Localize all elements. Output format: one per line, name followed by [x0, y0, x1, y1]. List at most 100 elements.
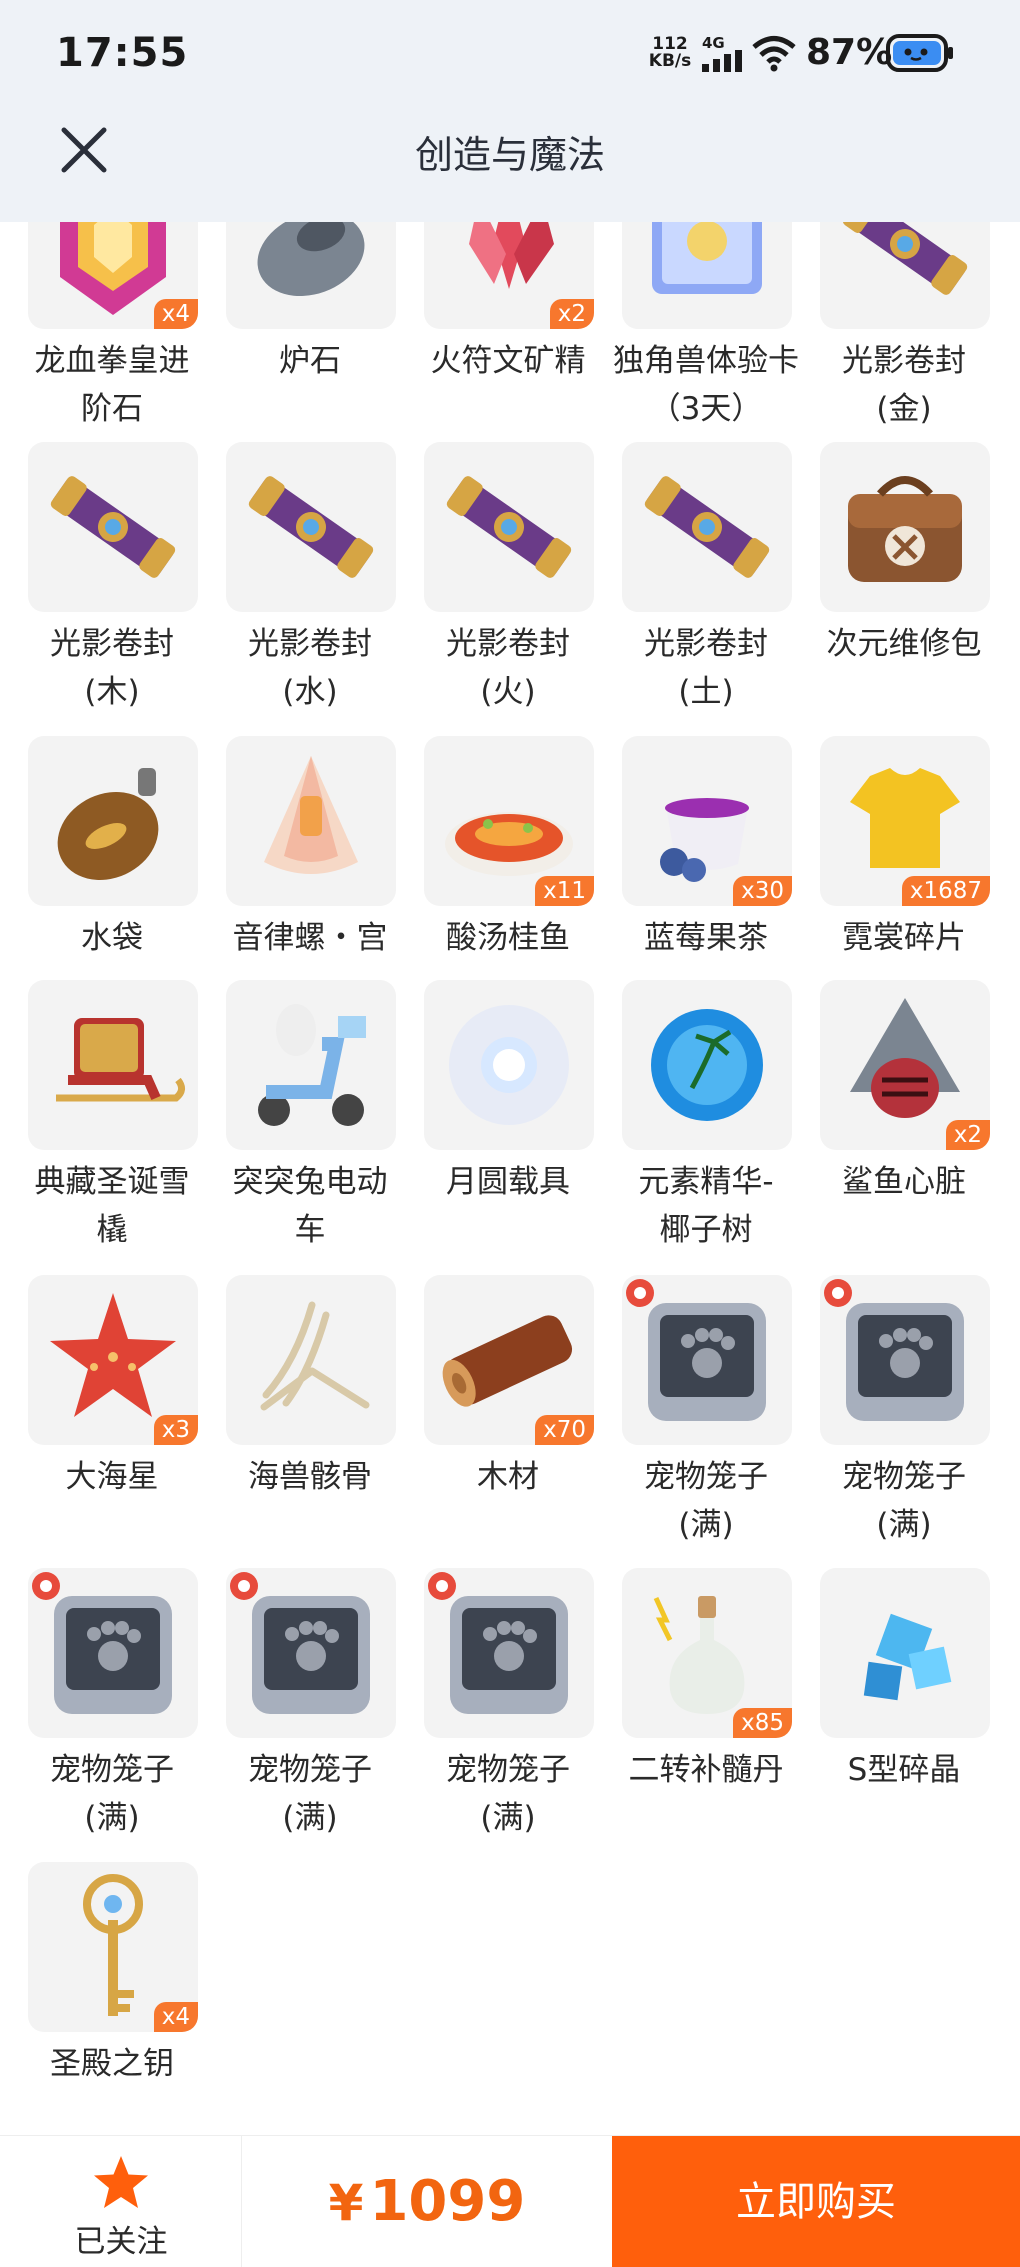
- inventory-item[interactable]: 音律螺・宫: [198, 736, 396, 1016]
- item-thumbnail: [820, 1568, 990, 1738]
- item-thumbnail: x1687: [820, 736, 990, 906]
- inventory-item[interactable]: 次元维修包: [792, 442, 990, 722]
- item-name: 光影卷封 (火): [446, 626, 570, 710]
- quantity-badge: x85: [733, 1708, 792, 1738]
- inventory-item[interactable]: 光影卷封 (水): [198, 442, 396, 722]
- item-thumbnail: [622, 980, 792, 1150]
- item-thumbnail: [622, 1275, 792, 1445]
- item-name: 典藏圣诞雪橇: [34, 1164, 190, 1248]
- item-thumbnail: [226, 980, 396, 1150]
- battery-level: 87%: [806, 32, 893, 73]
- item-name: 次元维修包: [826, 626, 982, 662]
- quantity-badge: x1687: [901, 876, 990, 906]
- item-name: 光影卷封 (水): [248, 626, 372, 710]
- bottom-bar: 已关注 ¥1099 立即购买: [0, 2135, 1020, 2267]
- quantity-badge: x30: [733, 876, 792, 906]
- inventory-item[interactable]: 突突兔电动车: [198, 980, 396, 1260]
- inventory-item[interactable]: x70 木材: [396, 1275, 594, 1555]
- inventory-item[interactable]: x1687 霓裳碎片: [792, 736, 990, 1016]
- inventory-item[interactable]: 元素精华- 椰子树: [594, 980, 792, 1260]
- price-value: 1099: [369, 2169, 526, 2234]
- scroll-icon: [248, 476, 374, 578]
- inventory-item[interactable]: 宠物笼子 (满): [0, 1568, 198, 1848]
- item-thumbnail: x2: [820, 980, 990, 1150]
- status-time: 17:55: [56, 30, 189, 76]
- title-bar: 创造与魔法: [0, 110, 1020, 222]
- item-name: 光影卷封 (木): [50, 626, 174, 710]
- pet-cage-icon: [230, 1572, 370, 1714]
- inventory-item[interactable]: 月圆载具: [396, 980, 594, 1260]
- item-name: 酸汤桂鱼: [446, 920, 570, 956]
- item-name: 光影卷封 (金): [842, 343, 966, 427]
- inventory-item[interactable]: 光影卷封 (火): [396, 442, 594, 722]
- inventory-item[interactable]: 典藏圣诞雪橇: [0, 980, 198, 1260]
- inventory-item[interactable]: 宠物笼子 (满): [198, 1568, 396, 1848]
- item-thumbnail: [28, 980, 198, 1150]
- item-thumbnail: [28, 442, 198, 612]
- water-bag-icon: [57, 768, 159, 880]
- pet-cage-icon: [626, 1279, 766, 1421]
- item-thumbnail: [424, 1568, 594, 1738]
- inventory-item[interactable]: 宠物笼子 (满): [792, 1275, 990, 1555]
- follow-label: 已关注: [74, 2224, 168, 2260]
- inventory-item[interactable]: 海兽骸骨: [198, 1275, 396, 1555]
- inventory-item[interactable]: 光影卷封 (土): [594, 442, 792, 722]
- item-name: 突突兔电动车: [232, 1164, 388, 1248]
- inventory-item[interactable]: S型碎晶: [792, 1568, 990, 1848]
- item-name: 蓝莓果茶: [644, 920, 768, 956]
- item-name: S型碎晶: [847, 1752, 961, 1788]
- quantity-badge: x4: [153, 299, 198, 329]
- quantity-badge: x11: [535, 876, 594, 906]
- inventory-item[interactable]: x85 二转补髓丹: [594, 1568, 792, 1848]
- quantity-badge: x4: [153, 2002, 198, 2032]
- item-name: 元素精华- 椰子树: [638, 1164, 774, 1248]
- inventory-item[interactable]: x3 大海星: [0, 1275, 198, 1555]
- item-thumbnail: [226, 1568, 396, 1738]
- inventory-item[interactable]: 水袋: [0, 736, 198, 1016]
- scroll-icon: [50, 476, 176, 578]
- inventory-item[interactable]: x4 圣殿之钥: [0, 1862, 198, 2142]
- item-name: 光影卷封 (土): [644, 626, 768, 710]
- item-thumbnail: [820, 1275, 990, 1445]
- battery-icon: [886, 34, 953, 72]
- cubes-icon: [863, 1613, 952, 1701]
- inventory-item[interactable]: 宠物笼子 (满): [594, 1275, 792, 1555]
- item-thumbnail: x3: [28, 1275, 198, 1445]
- item-thumbnail: x85: [622, 1568, 792, 1738]
- inventory-item[interactable]: x11 酸汤桂鱼: [396, 736, 594, 1016]
- quantity-badge: x3: [153, 1415, 198, 1445]
- item-thumbnail: [424, 442, 594, 612]
- item-name: 宠物笼子 (满): [248, 1752, 372, 1836]
- buy-now-button[interactable]: 立即购买: [612, 2136, 1020, 2267]
- pet-cage-icon: [428, 1572, 568, 1714]
- item-thumbnail: [28, 1568, 198, 1738]
- sled-icon: [56, 1018, 185, 1102]
- pet-cage-icon: [824, 1279, 964, 1421]
- item-name: 宠物笼子 (满): [50, 1752, 174, 1836]
- net-speed: 112 KB/s: [648, 36, 692, 70]
- quantity-badge: x70: [535, 1415, 594, 1445]
- item-thumbnail: [226, 736, 396, 906]
- item-thumbnail: [424, 980, 594, 1150]
- inventory-item[interactable]: x30 蓝莓果茶: [594, 736, 792, 1016]
- item-thumbnail: x4: [28, 1862, 198, 2032]
- item-thumbnail: x70: [424, 1275, 594, 1445]
- follow-button[interactable]: 已关注: [0, 2136, 242, 2267]
- item-thumbnail: [226, 1275, 396, 1445]
- item-thumbnail: x30: [622, 736, 792, 906]
- star-icon: [94, 2156, 148, 2208]
- inventory-item[interactable]: 光影卷封 (木): [0, 442, 198, 722]
- item-name: 水袋: [81, 920, 143, 956]
- top-area: 17:55 112 KB/s 4G 87% 创造与魔法: [0, 0, 1020, 222]
- item-thumbnail: x11: [424, 736, 594, 906]
- item-name: 月圆载具: [446, 1164, 570, 1200]
- item-name: 宠物笼子 (满): [644, 1459, 768, 1543]
- wifi-icon: [752, 36, 796, 72]
- scroll-icon: [446, 476, 572, 578]
- item-name: 霓裳碎片: [842, 920, 966, 956]
- page-title: 创造与魔法: [414, 133, 605, 177]
- moon-icon: [449, 1005, 569, 1125]
- inventory-item[interactable]: 宠物笼子 (满): [396, 1568, 594, 1848]
- inventory-item[interactable]: x2 鲨鱼心脏: [792, 980, 990, 1260]
- orb-icon: [651, 1009, 763, 1121]
